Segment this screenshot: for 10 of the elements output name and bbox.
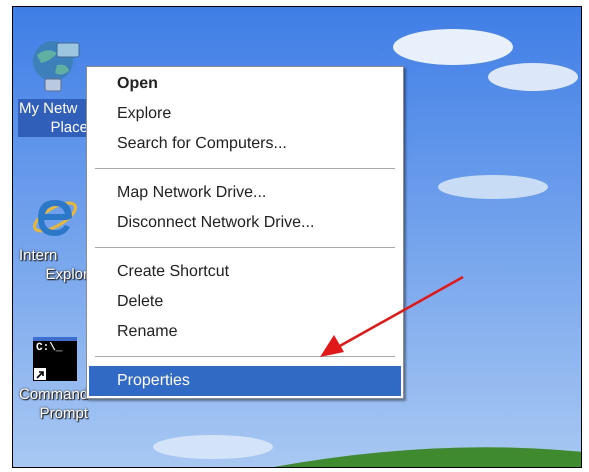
menu-item[interactable]: Search for Computers... xyxy=(89,129,401,159)
menu-item[interactable]: Explore xyxy=(89,99,401,129)
menu-item[interactable]: Create Shortcut xyxy=(89,257,401,287)
menu-item[interactable]: Disconnect Network Drive... xyxy=(89,208,401,238)
menu-item[interactable]: Delete xyxy=(89,287,401,317)
menu-item[interactable]: Rename xyxy=(89,317,401,347)
console-prompt-text: C:\_ xyxy=(36,343,62,354)
menu-item[interactable]: Properties xyxy=(89,366,401,396)
menu-item[interactable]: Open xyxy=(89,69,401,99)
menu-item[interactable]: Map Network Drive... xyxy=(89,178,401,208)
